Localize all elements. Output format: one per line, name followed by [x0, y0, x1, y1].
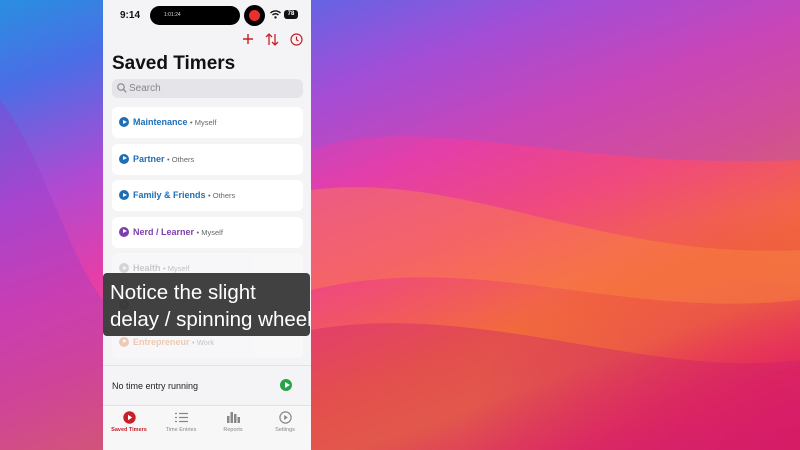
timer-row-family-friends[interactable]: Family & Friends • Others — [112, 180, 303, 212]
timer-row-text: Health • Myself — [133, 263, 189, 273]
play-circle-icon — [122, 410, 136, 424]
page-title: Saved Timers — [112, 53, 236, 74]
search-bar[interactable] — [112, 79, 303, 98]
tab-time-entries[interactable]: Time Entries — [155, 406, 207, 450]
search-input[interactable] — [129, 79, 299, 98]
add-icon[interactable] — [241, 32, 255, 46]
timer-row-maintenance[interactable]: Maintenance • Myself — [112, 107, 303, 138]
timer-owner: • Others — [208, 191, 236, 201]
timer-owner: • Myself — [196, 227, 223, 237]
start-timer-play-icon[interactable] — [280, 379, 292, 391]
tab-reports[interactable]: Reports — [207, 406, 259, 450]
list-icon — [174, 410, 188, 424]
play-icon[interactable] — [119, 117, 129, 127]
play-icon[interactable] — [119, 153, 129, 164]
sort-icon[interactable] — [265, 32, 279, 46]
nav-actions — [241, 32, 303, 46]
timer-owner: • Others — [167, 154, 195, 164]
timer-row-text: Entrepreneur • Work — [133, 337, 214, 347]
timer-name: Nerd / Learner — [133, 226, 195, 237]
play-icon[interactable] — [119, 336, 129, 347]
running-status-text: No time entry running — [112, 381, 199, 391]
gear-icon — [278, 410, 292, 424]
timer-name: Family & Friends — [133, 190, 206, 201]
recording-indicator-icon — [244, 5, 265, 26]
phone-screen: 9:14 1:01:24 78 Saved Timers Search Main… — [103, 0, 311, 450]
tab-label: Time Entries — [165, 427, 197, 433]
running-entry-bar: No time entry running — [103, 365, 311, 405]
timer-name: Maintenance — [133, 117, 188, 127]
timer-owner: • Myself — [190, 118, 217, 127]
dynamic-island: 1:01:24 — [150, 6, 240, 25]
timer-row-text: Nerd / Learner • Myself — [133, 227, 223, 237]
timer-row-partner[interactable]: Partner • Others — [112, 143, 303, 175]
wifi-icon — [270, 10, 281, 19]
tab-settings[interactable]: Settings — [259, 406, 311, 450]
tab-bar: Saved Timers Time Entries Reports Settin… — [103, 405, 311, 450]
play-icon[interactable] — [119, 226, 129, 237]
battery-icon: 78 — [284, 10, 298, 19]
video-caption: Notice the slight delay / spinning wheel — [103, 273, 312, 336]
timer-name: Health — [133, 263, 161, 274]
history-icon[interactable] — [289, 32, 303, 46]
play-icon[interactable] — [119, 190, 129, 201]
bar-chart-icon — [226, 410, 240, 424]
timer-row-text: Family & Friends • Others — [133, 190, 235, 200]
caption-line-1: Notice the slight — [110, 281, 256, 304]
play-icon[interactable] — [119, 263, 129, 274]
timer-owner: • Work — [192, 337, 215, 347]
island-timer: 1:01:24 — [164, 12, 181, 18]
tab-label: Reports — [223, 427, 243, 433]
timer-name: Entrepreneur — [133, 336, 190, 347]
tab-label: Settings — [275, 427, 295, 433]
search-icon — [117, 83, 127, 93]
timer-name: Partner — [133, 153, 165, 164]
status-bar: 9:14 1:01:24 78 — [103, 0, 311, 30]
timer-row-nerd-learner[interactable]: Nerd / Learner • Myself — [112, 216, 303, 248]
timer-row-text: Partner • Others — [133, 154, 194, 164]
tab-label: Saved Timers — [111, 427, 147, 433]
tab-saved-timers[interactable]: Saved Timers — [103, 406, 155, 450]
timer-row-text: Maintenance • Myself — [133, 117, 216, 127]
status-time: 9:14 — [120, 10, 141, 21]
caption-line-2: delay / spinning wheel — [110, 308, 312, 331]
